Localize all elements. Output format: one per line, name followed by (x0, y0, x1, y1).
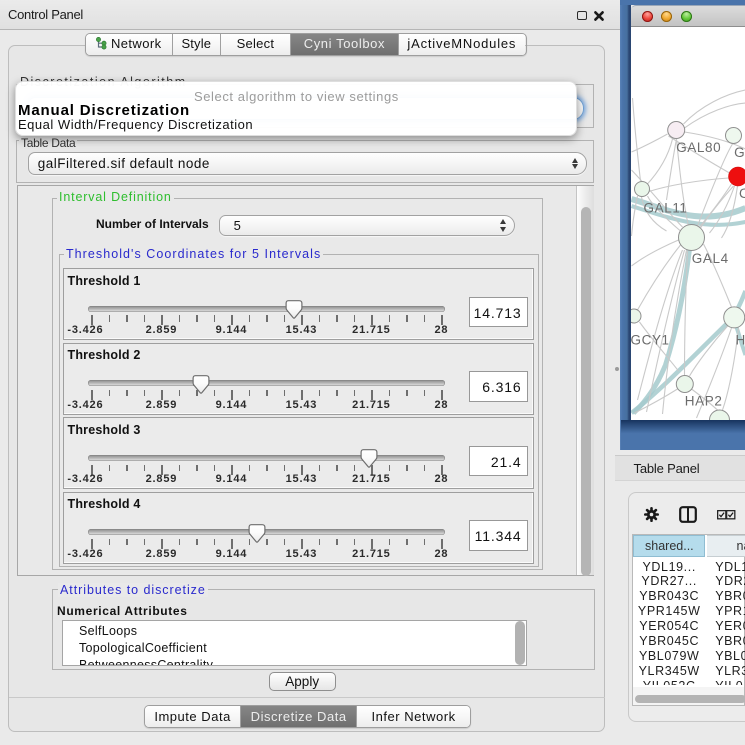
svg-text:GAL4: GAL4 (691, 251, 728, 266)
svg-text:HIS4: HIS4 (735, 333, 745, 348)
svg-text:CA: CA (739, 186, 745, 201)
svg-text:GA: GA (734, 145, 745, 160)
svg-text:GAL80: GAL80 (676, 140, 721, 155)
svg-text:GAL11: GAL11 (643, 201, 687, 216)
svg-text:GCY1: GCY1 (631, 333, 670, 348)
svg-text:HAP2: HAP2 (684, 394, 722, 409)
